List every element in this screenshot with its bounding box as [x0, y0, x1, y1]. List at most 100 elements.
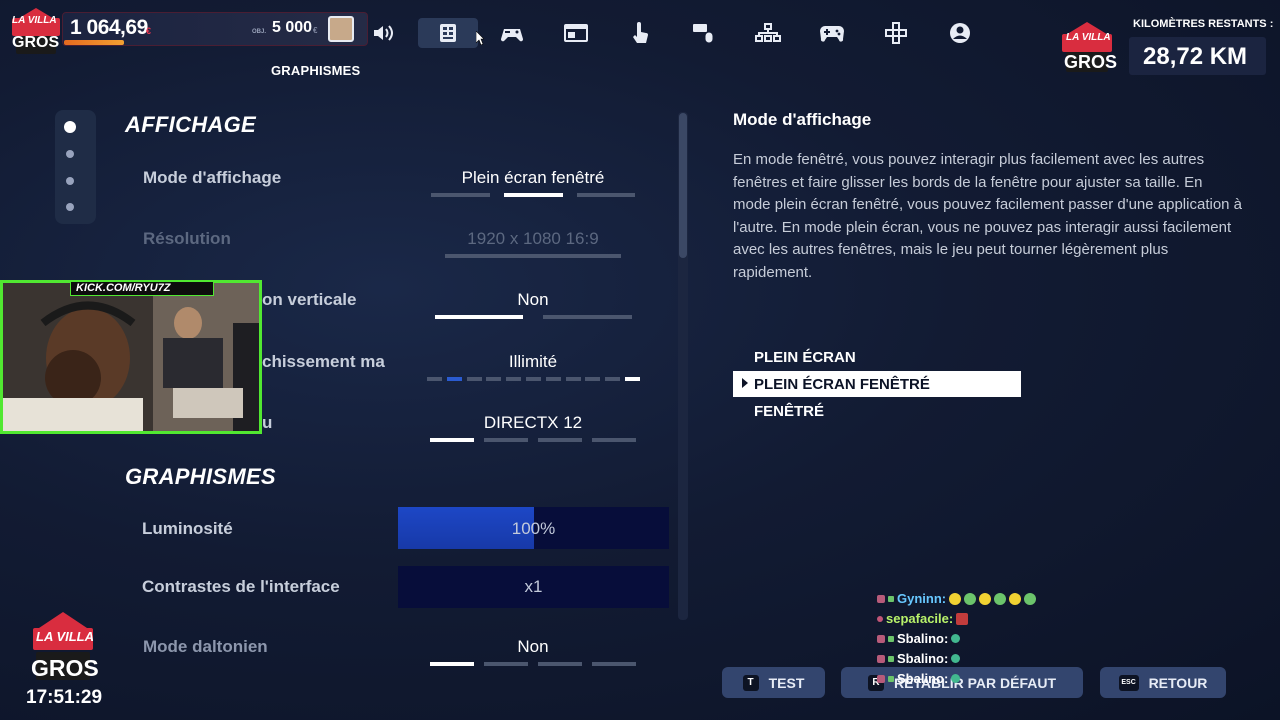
setting-label-vsync: on verticale [262, 290, 357, 309]
badge-icon [877, 634, 885, 643]
option-windowed-fullscreen[interactable]: PLEIN ÉCRAN FENÊTRÉ [754, 376, 930, 393]
setting-value-api[interactable]: DIRECTX 12 [423, 413, 643, 433]
badge-icon [888, 655, 894, 662]
refresh-segment [486, 377, 502, 381]
goal-amount: 5 000 [272, 19, 313, 36]
money-currency: € [146, 26, 152, 36]
chat-line: Sbalino: [877, 651, 961, 666]
km-logo-top: LA VILLA [1066, 32, 1111, 43]
api-seg-2 [484, 438, 528, 442]
chat-user: Sbalino: [897, 631, 949, 646]
emote-icon [951, 634, 961, 643]
vsync-seg-1 [435, 315, 523, 319]
chat-line: Gyninn: [877, 591, 1037, 606]
refresh-segment [585, 377, 601, 381]
pager-dot-3[interactable] [66, 177, 74, 185]
emote-icon [1009, 592, 1022, 605]
emote-icon [949, 592, 962, 605]
volume-icon[interactable] [368, 18, 400, 48]
money-amount: 1 064,69 [70, 16, 148, 39]
window-icon[interactable] [560, 18, 592, 48]
chat-user: sepafacile: [886, 611, 954, 626]
touch-icon[interactable] [624, 18, 656, 48]
setting-value-colorblind[interactable]: Non [423, 637, 643, 657]
nav-active-label: GRAPHISMES [271, 63, 361, 78]
brightness-value: 100% [511, 519, 556, 538]
avatar [328, 16, 354, 42]
description-title: Mode d'affichage [733, 110, 872, 129]
description-body: En mode fenêtré, vous pouvez interagir p… [733, 151, 1243, 281]
colorblind-seg-4 [592, 662, 636, 666]
setting-value-resolution: 1920 x 1080 16:9 [467, 229, 599, 248]
setting-label-brightness: Luminosité [142, 519, 233, 538]
network-icon[interactable] [752, 18, 784, 48]
emote-icon [951, 654, 961, 663]
refresh-segment [605, 377, 621, 381]
emote-icon [964, 592, 977, 605]
mode-seg-2 [504, 193, 563, 197]
pager-dot-4[interactable] [66, 203, 74, 211]
km-logo-bottom: GROS [1064, 52, 1118, 72]
chat-user: Gyninn: [897, 591, 947, 606]
money-progress [64, 40, 124, 45]
chat-user: Sbalino: [897, 651, 949, 666]
api-seg-1 [430, 438, 474, 442]
dpad-icon[interactable] [880, 18, 912, 48]
badge-icon [877, 654, 885, 663]
colorblind-seg-2 [484, 662, 528, 666]
pager-dot-2[interactable] [66, 150, 74, 158]
option-fullscreen[interactable]: PLEIN ÉCRAN [754, 349, 856, 366]
refresh-segment [625, 377, 640, 381]
setting-label-mode: Mode d'affichage [143, 168, 282, 187]
resolution-seg [445, 254, 621, 258]
refresh-segment [427, 377, 442, 381]
webcam-tag-text: KICK.COM/RYU7Z [76, 282, 171, 294]
badge-icon [877, 615, 883, 622]
setting-label-api: u [262, 413, 273, 432]
badge-icon [888, 675, 894, 682]
refresh-segment [565, 377, 581, 381]
chat-line: Sbalino: [877, 671, 961, 686]
pager-dot-1[interactable] [64, 121, 76, 133]
bottom-logo-bottom: GROS [31, 655, 99, 681]
setting-value-vsync[interactable]: Non [423, 290, 643, 310]
scrollbar-thumb[interactable] [679, 113, 687, 258]
colorblind-seg-1 [430, 662, 474, 666]
option-windowed[interactable]: FENÊTRÉ [754, 403, 824, 420]
badge-icon [888, 595, 894, 602]
refresh-segment [545, 377, 561, 381]
refresh-segment [446, 377, 462, 381]
gamepad-settings-icon[interactable] [496, 18, 528, 48]
webcam-overlay [0, 280, 262, 434]
brand-logo-top: LA VILLA [12, 15, 57, 26]
refresh-segment [506, 377, 522, 381]
brand-logo-bottom: GROS [12, 34, 60, 51]
display-settings-icon[interactable] [418, 18, 478, 48]
bottom-logo-top: LA VILLA [36, 629, 95, 644]
setting-value-refresh[interactable]: Illimité [423, 352, 643, 372]
refresh-segment [526, 377, 541, 381]
vsync-seg-2 [543, 315, 632, 319]
badge-icon [888, 635, 894, 642]
emote-icon [979, 592, 992, 605]
account-icon[interactable] [944, 18, 976, 48]
option-arrow-icon [742, 378, 748, 388]
setting-label-resolution: Résolution [143, 229, 231, 248]
key-t-icon: T [742, 674, 759, 691]
goal-label: OBJ. [252, 29, 267, 35]
section-title-graphics: GRAPHISMES [125, 464, 276, 489]
colorblind-seg-3 [538, 662, 582, 666]
km-label: KILOMÈTRES RESTANTS : [1133, 18, 1274, 30]
clock: 17:51:29 [26, 687, 103, 708]
badge-icon [877, 674, 885, 683]
badge-icon [877, 594, 885, 603]
setting-value-mode[interactable]: Plein écran fenêtré [423, 168, 643, 188]
goal-currency: € [313, 26, 318, 35]
test-button[interactable]: T TEST [722, 667, 825, 698]
km-value: 28,72 KM [1143, 43, 1248, 70]
api-seg-3 [538, 438, 582, 442]
keyboard-mouse-icon[interactable] [688, 18, 720, 48]
controller-icon[interactable] [816, 18, 848, 48]
chat-user: Sbalino: [897, 671, 949, 686]
back-button[interactable]: ESC RETOUR [1100, 667, 1226, 698]
